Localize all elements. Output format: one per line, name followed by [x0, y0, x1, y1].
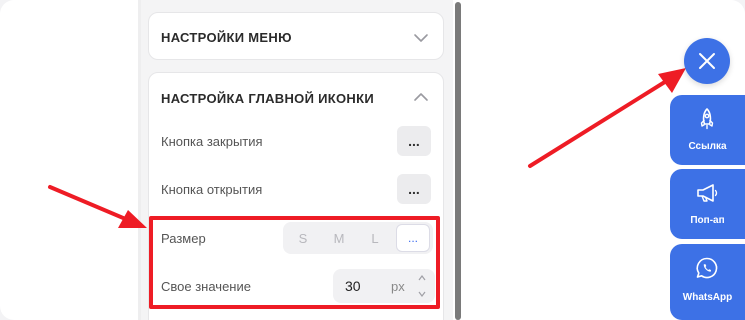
widget-close-button[interactable] [684, 38, 730, 84]
close-button-label: Кнопка закрытия [161, 134, 263, 149]
widget-link-button[interactable]: Ссылка [670, 95, 745, 165]
close-icon [699, 53, 715, 69]
menu-settings-title: НАСТРОЙКИ МЕНЮ [161, 30, 292, 45]
widget-popup-button[interactable]: Поп-ап [670, 169, 745, 239]
panel-scrollbar[interactable] [455, 2, 461, 320]
widget-whatsapp-button[interactable]: WhatsApp [670, 244, 745, 320]
whatsapp-icon [696, 257, 718, 279]
chevron-down-icon[interactable] [413, 33, 429, 43]
menu-settings-section[interactable]: НАСТРОЙКИ МЕНЮ [148, 12, 444, 60]
chevron-up-icon[interactable] [413, 92, 429, 102]
open-button-label: Кнопка открытия [161, 182, 263, 197]
widget-whatsapp-label: WhatsApp [682, 292, 733, 303]
main-icon-settings-title: НАСТРОЙКА ГЛАВНОЙ ИКОНКИ [161, 91, 375, 106]
rocket-icon [700, 108, 714, 130]
open-button-options[interactable]: ... [397, 174, 431, 204]
widget-popup-label: Поп-ап [690, 215, 725, 226]
megaphone-icon [697, 184, 718, 202]
widget-link-label: Ссылка [688, 141, 727, 152]
close-button-options[interactable]: ... [397, 126, 431, 156]
highlight-box [149, 216, 440, 309]
